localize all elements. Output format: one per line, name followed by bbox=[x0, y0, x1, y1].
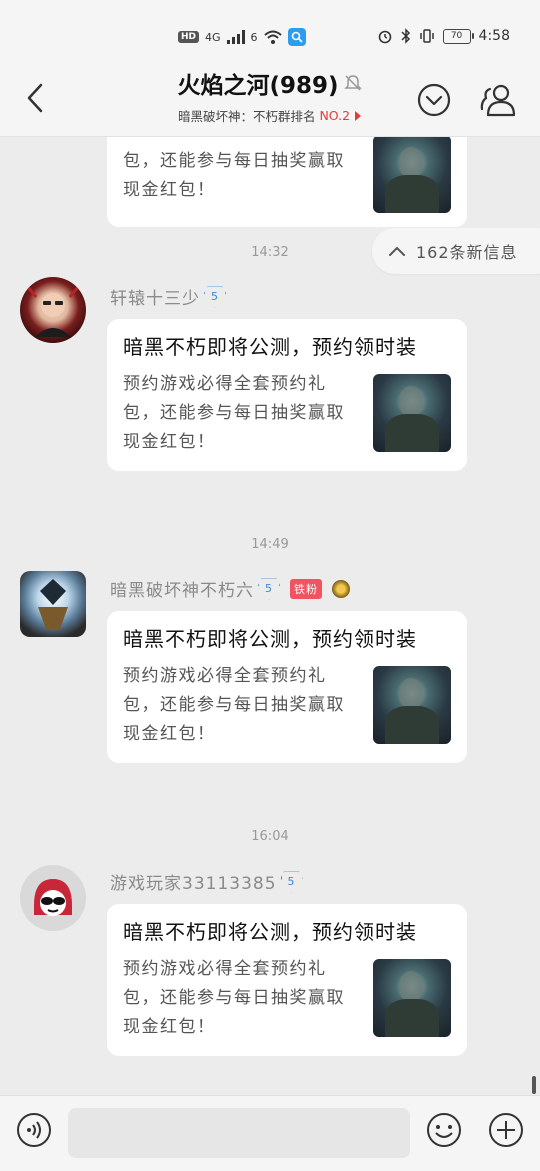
network-6-label: 6 bbox=[250, 30, 258, 44]
emoji-button[interactable] bbox=[424, 1110, 464, 1150]
rank-label: NO.2 bbox=[319, 108, 351, 123]
network-4g-label: 4G bbox=[205, 30, 221, 44]
chat-header: 火焰之河(989) 暗黑破坏神：不朽群排名 NO.2 bbox=[0, 60, 540, 137]
alarm-icon bbox=[378, 30, 391, 44]
hd-badge: HD bbox=[178, 31, 200, 43]
avatar-emblem bbox=[38, 579, 68, 629]
group-title: 火焰之河(989) bbox=[177, 66, 362, 100]
input-bar bbox=[0, 1095, 540, 1171]
avatar[interactable] bbox=[20, 865, 86, 931]
sender-row: 暗黑破坏神不朽六 5 铁粉 bbox=[110, 576, 350, 601]
title-area[interactable]: 火焰之河(989) 暗黑破坏神：不朽群排名 NO.2 bbox=[0, 66, 540, 125]
message-desc: 预约游戏必得全套预约礼包，还能参与每日抽奖赢取现金红包！ bbox=[123, 666, 345, 744]
sender-name: 游戏玩家33113385 bbox=[110, 874, 277, 894]
message-bubble[interactable]: 暗黑不朽即将公测，预约领时装 预约游戏必得全套预约礼包，还能参与每日抽奖赢取现金… bbox=[107, 904, 467, 1056]
signal-icon bbox=[226, 30, 245, 44]
group-members-button[interactable] bbox=[478, 80, 518, 120]
clock: 4:58 bbox=[478, 28, 510, 44]
group-subtitle: 暗黑破坏神：不朽群排名 NO.2 bbox=[178, 106, 362, 125]
level-badge: 5 bbox=[258, 578, 280, 600]
subtitle-prefix: 暗黑破坏神：不朽群排名 bbox=[177, 109, 316, 124]
caret-right-icon bbox=[355, 110, 362, 121]
message-title: 暗黑不朽即将公测，预约领时装 bbox=[123, 335, 417, 359]
message-thumbnail bbox=[373, 666, 451, 744]
emoji-icon bbox=[427, 1113, 461, 1147]
search-app-icon bbox=[287, 28, 306, 46]
voice-button[interactable] bbox=[14, 1110, 54, 1150]
message-bubble[interactable]: 暗黑不朽即将公测，预约领时装 预约游戏必得全套预约礼包，还能参与每日抽奖赢取现金… bbox=[107, 319, 467, 471]
sender-row: 轩辕十三少 5 bbox=[110, 284, 226, 309]
group-name: 火焰之河(989) bbox=[177, 73, 339, 99]
message-thumbnail bbox=[373, 959, 451, 1037]
chevron-down-circle-icon bbox=[417, 83, 451, 117]
sender-row: 游戏玩家33113385 5 bbox=[110, 869, 303, 894]
message-desc: 预约游戏必得全套预约礼包，还能参与每日抽奖赢取现金红包！ bbox=[123, 374, 345, 452]
wifi-icon bbox=[263, 30, 282, 44]
message-bubble[interactable]: 包，还能参与每日抽奖赢取现金红包！ bbox=[107, 137, 467, 227]
add-button[interactable] bbox=[486, 1110, 526, 1150]
chat-area[interactable]: 包，还能参与每日抽奖赢取现金红包！ 162条新信息 14:32 轩辕十三少 5 … bbox=[0, 137, 540, 1095]
voice-icon bbox=[17, 1113, 51, 1147]
message-desc: 包，还能参与每日抽奖赢取现金红包！ bbox=[123, 151, 345, 200]
mute-icon bbox=[343, 75, 362, 91]
level-badge: 5 bbox=[204, 286, 226, 308]
group-members-icon bbox=[480, 84, 516, 117]
message-title: 暗黑不朽即将公测，预约领时装 bbox=[123, 920, 417, 944]
timestamp: 14:49 bbox=[251, 537, 289, 552]
status-right: 70 4:58 bbox=[377, 28, 510, 44]
timestamp: 16:04 bbox=[251, 829, 289, 844]
avatar[interactable] bbox=[20, 277, 86, 343]
plus-circle-icon bbox=[489, 1113, 523, 1147]
sender-name: 暗黑破坏神不朽六 bbox=[110, 581, 254, 601]
fan-tag: 铁粉 bbox=[290, 578, 322, 599]
scrollbar[interactable] bbox=[532, 1076, 536, 1094]
message-desc: 预约游戏必得全套预约礼包，还能参与每日抽奖赢取现金红包！ bbox=[123, 959, 345, 1037]
message-input[interactable] bbox=[68, 1108, 410, 1158]
vibrate-icon bbox=[419, 29, 434, 43]
medal-icon bbox=[332, 579, 350, 598]
collapse-button[interactable] bbox=[414, 80, 454, 120]
avatar-character bbox=[34, 879, 72, 916]
message-thumbnail bbox=[373, 137, 451, 213]
message-bubble[interactable]: 暗黑不朽即将公测，预约领时装 预约游戏必得全套预约礼包，还能参与每日抽奖赢取现金… bbox=[107, 611, 467, 763]
level-badge: 5 bbox=[280, 871, 303, 893]
bluetooth-icon bbox=[401, 28, 410, 44]
sender-name: 轩辕十三少 bbox=[110, 289, 200, 309]
timestamp: 14:32 bbox=[251, 245, 289, 260]
avatar-face bbox=[26, 286, 80, 337]
message-thumbnail bbox=[373, 374, 451, 452]
message-title: 暗黑不朽即将公测，预约领时装 bbox=[123, 627, 417, 651]
battery-icon: 70 bbox=[442, 28, 474, 44]
avatar[interactable] bbox=[20, 571, 86, 637]
status-left: HD 4G 6 bbox=[178, 28, 306, 46]
